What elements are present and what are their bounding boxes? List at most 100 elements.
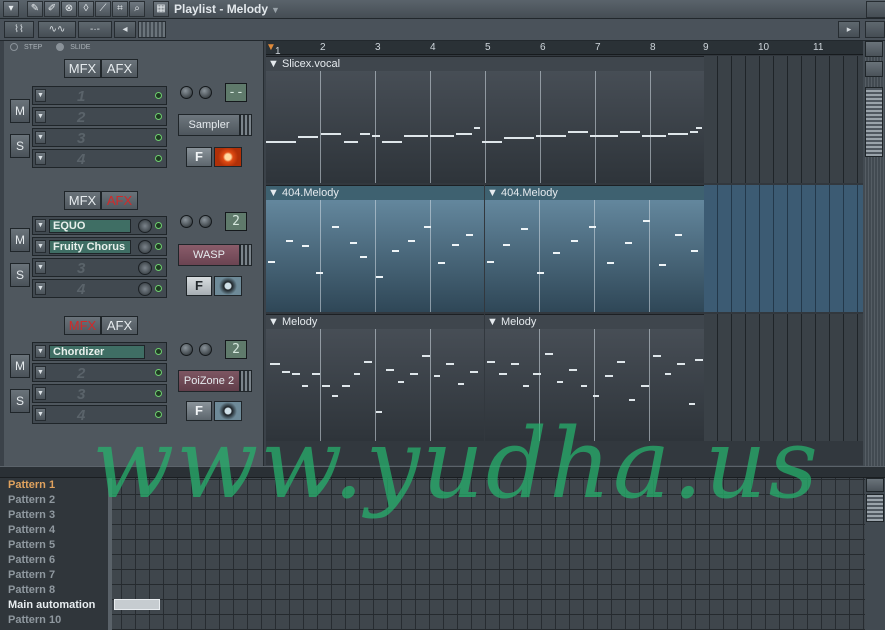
pattern-clip-slicex[interactable]: ▼ Slicex.vocal bbox=[266, 56, 704, 183]
instrument-grip[interactable] bbox=[240, 114, 252, 136]
instrument-button-wasp[interactable]: WASP bbox=[178, 244, 240, 266]
pan-knob[interactable] bbox=[199, 343, 212, 356]
clip-header[interactable]: ▼ Melody bbox=[485, 315, 704, 329]
chevron-down-icon[interactable]: ▼ bbox=[35, 152, 46, 165]
led-icon[interactable] bbox=[155, 155, 162, 162]
effect-slot-3[interactable]: ▼ 3 bbox=[32, 384, 167, 403]
audio-activity-icon[interactable] bbox=[214, 401, 242, 421]
volume-knob[interactable] bbox=[180, 86, 193, 99]
pattern-label[interactable]: Pattern 3 bbox=[4, 508, 108, 523]
pattern-clip-404-melody-2[interactable]: ▼ 404.Melody bbox=[485, 185, 704, 312]
scroll-up-button[interactable] bbox=[866, 478, 884, 492]
led-icon[interactable] bbox=[155, 285, 162, 292]
led-icon[interactable] bbox=[155, 222, 162, 229]
solo-button[interactable]: S bbox=[10, 263, 30, 287]
effect-slot-4[interactable]: ▼ 4 bbox=[32, 149, 167, 168]
draw-tool-icon[interactable]: ✎ bbox=[27, 1, 43, 17]
restore-icon[interactable] bbox=[866, 1, 885, 18]
pattern-label[interactable]: Pattern 2 bbox=[4, 493, 108, 508]
clip-header[interactable]: ▼ 404.Melody bbox=[485, 186, 704, 200]
led-icon[interactable] bbox=[155, 243, 162, 250]
slide-radio[interactable]: SLIDE bbox=[56, 43, 96, 51]
empty-lane-area[interactable] bbox=[704, 56, 863, 183]
window-menu-button[interactable]: ▾ bbox=[3, 1, 19, 17]
f-button[interactable]: F bbox=[186, 401, 212, 421]
effect-slot-2[interactable]: ▼ Fruity Chorus bbox=[32, 237, 167, 256]
plugin-label[interactable]: EQUO bbox=[49, 219, 131, 233]
scroll-down-button[interactable] bbox=[865, 61, 883, 77]
instrument-button-sampler[interactable]: Sampler bbox=[178, 114, 240, 136]
effect-slot-4[interactable]: ▼ 4 bbox=[32, 405, 167, 424]
instrument-grip[interactable] bbox=[240, 370, 252, 392]
pattern-view-icon[interactable]: -·- bbox=[78, 21, 112, 38]
delete-tool-icon[interactable]: ⊗ bbox=[61, 1, 77, 17]
slice-tool-icon[interactable]: ⟋ bbox=[95, 1, 111, 17]
effect-slot-3[interactable]: ▼ 3 bbox=[32, 258, 167, 277]
mute-button[interactable]: M bbox=[10, 354, 30, 378]
waveform-view-icon[interactable]: ⌇⌇ bbox=[4, 21, 34, 38]
clip-header[interactable]: ▼ 404.Melody bbox=[266, 186, 484, 200]
chevron-down-icon[interactable]: ▼ bbox=[35, 110, 46, 123]
timeline-ruler[interactable]: ▼ 1 2 3 4 5 6 7 8 9 10 11 bbox=[266, 41, 863, 57]
pattern-label[interactable]: Pattern 7 bbox=[4, 568, 108, 583]
instrument-button-poizone[interactable]: PoiZone 2 bbox=[178, 370, 240, 392]
chevron-down-icon[interactable]: ▼ bbox=[35, 366, 46, 379]
effect-slot-1[interactable]: ▼ Chordizer bbox=[32, 342, 167, 361]
scroll-thumb[interactable] bbox=[866, 494, 884, 522]
pattern-label[interactable]: Pattern 5 bbox=[4, 538, 108, 553]
chevron-down-icon[interactable]: ▼ bbox=[35, 345, 46, 358]
splitter-bar[interactable] bbox=[0, 466, 885, 478]
scroll-up-button[interactable] bbox=[865, 41, 883, 57]
step-radio[interactable]: STEP bbox=[10, 43, 48, 51]
afx-button[interactable]: AFX bbox=[101, 191, 138, 210]
led-icon[interactable] bbox=[155, 134, 162, 141]
pattern-label[interactable]: Pattern 8 bbox=[4, 583, 108, 598]
pattern-label[interactable]: Pattern 10 bbox=[4, 613, 108, 628]
afx-button[interactable]: AFX bbox=[101, 316, 138, 335]
f-button[interactable]: F bbox=[186, 276, 212, 296]
mix-knob[interactable] bbox=[138, 219, 152, 233]
scroll-right-button[interactable]: ▸ bbox=[838, 21, 860, 38]
paint-tool-icon[interactable]: ✐ bbox=[44, 1, 60, 17]
clip-header[interactable]: ▼ Melody bbox=[266, 315, 484, 329]
chevron-down-icon[interactable]: ▼ bbox=[271, 5, 280, 15]
chevron-down-icon[interactable]: ▼ bbox=[35, 261, 46, 274]
plugin-label[interactable]: Fruity Chorus bbox=[49, 240, 131, 254]
mute-button[interactable]: M bbox=[10, 99, 30, 123]
mix-knob[interactable] bbox=[138, 282, 152, 296]
scroll-left-button[interactable]: ◂ bbox=[114, 21, 136, 38]
effect-slot-1[interactable]: ▼ EQUO bbox=[32, 216, 167, 235]
pattern-label[interactable]: Pattern 4 bbox=[4, 523, 108, 538]
solo-button[interactable]: S bbox=[10, 389, 30, 413]
mfx-button[interactable]: MFX bbox=[64, 191, 101, 210]
pattern-clip-404-melody-1[interactable]: ▼ 404.Melody bbox=[266, 185, 484, 312]
audio-activity-icon[interactable] bbox=[214, 276, 242, 296]
pattern-grid[interactable] bbox=[108, 478, 865, 630]
horizontal-scroll-handle[interactable] bbox=[138, 21, 166, 38]
led-icon[interactable] bbox=[155, 411, 162, 418]
pan-knob[interactable] bbox=[199, 215, 212, 228]
chevron-down-icon[interactable]: ▼ bbox=[35, 131, 46, 144]
volume-knob[interactable] bbox=[180, 215, 193, 228]
scroll-thumb[interactable] bbox=[865, 87, 883, 157]
pattern-label[interactable]: Pattern 1 bbox=[4, 478, 108, 493]
empty-lane-area[interactable] bbox=[704, 314, 863, 441]
effect-slot-2[interactable]: ▼ 2 bbox=[32, 363, 167, 382]
selected-lane-area[interactable] bbox=[704, 185, 863, 312]
led-icon[interactable] bbox=[155, 390, 162, 397]
led-icon[interactable] bbox=[155, 113, 162, 120]
pan-knob[interactable] bbox=[199, 86, 212, 99]
mfx-button[interactable]: MFX bbox=[64, 59, 101, 78]
select-tool-icon[interactable]: ⌗ bbox=[112, 1, 128, 17]
clip-header[interactable]: ▼ Slicex.vocal bbox=[266, 57, 704, 71]
grid-icon[interactable]: ▦ bbox=[153, 1, 169, 17]
mute-button[interactable]: M bbox=[10, 228, 30, 252]
audio-activity-icon[interactable] bbox=[214, 147, 242, 167]
instrument-grip[interactable] bbox=[240, 244, 252, 266]
pattern-label[interactable]: Pattern 6 bbox=[4, 553, 108, 568]
led-icon[interactable] bbox=[155, 369, 162, 376]
automation-clip[interactable] bbox=[114, 599, 160, 610]
pattern-scrollbar[interactable] bbox=[865, 478, 885, 630]
volume-knob[interactable] bbox=[180, 343, 193, 356]
maximize-icon[interactable] bbox=[865, 21, 885, 38]
